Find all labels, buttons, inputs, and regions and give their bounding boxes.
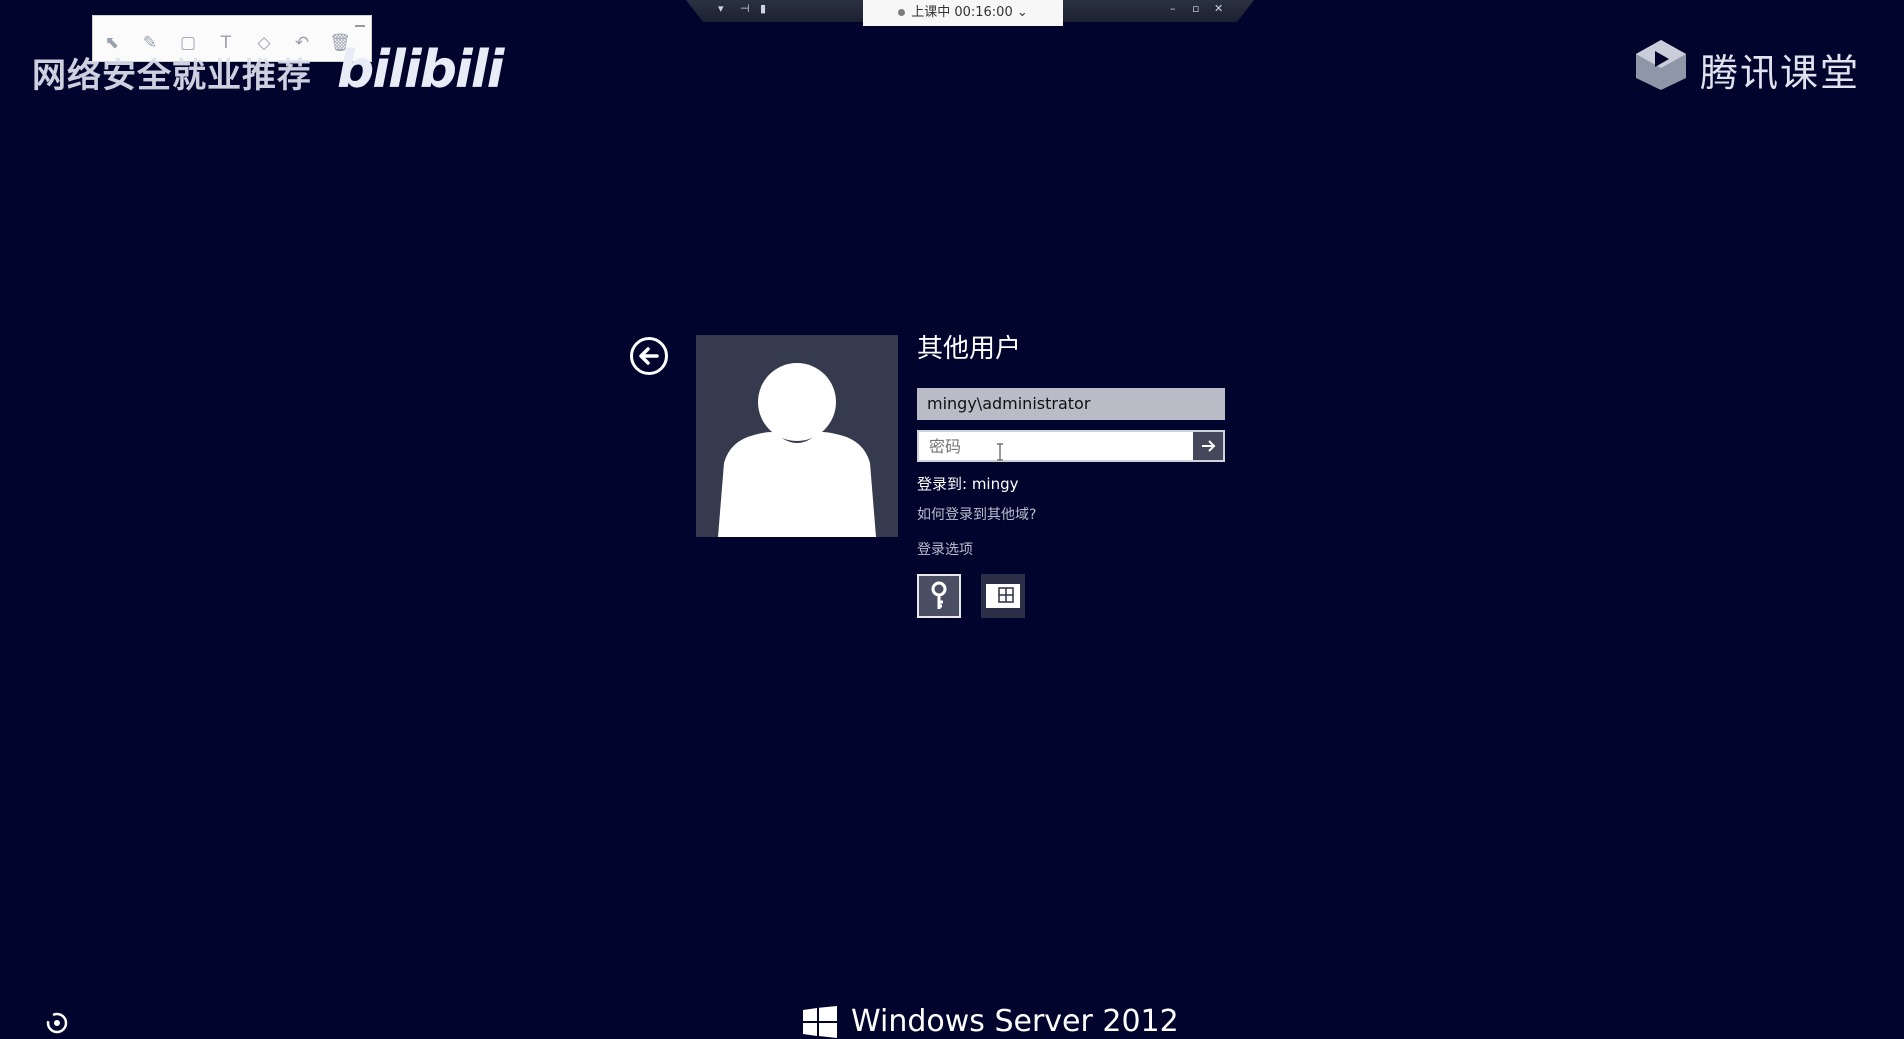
sign-in-options-link[interactable]: 登录选项 — [917, 539, 973, 559]
password-input[interactable] — [919, 432, 1193, 460]
signal-icon: ▮ — [760, 2, 767, 15]
meeting-status[interactable]: 上课中 00:16:00 ⌄ — [863, 0, 1063, 26]
close-icon[interactable]: ✕ — [1214, 2, 1223, 15]
dropdown-icon[interactable]: ▾ — [718, 2, 724, 15]
restore-icon[interactable]: ▫ — [1192, 2, 1199, 15]
record-indicator-icon — [898, 9, 906, 16]
user-avatar — [696, 335, 898, 537]
watermark-text: 网络安全就业推荐 — [32, 56, 312, 96]
os-name-text: Windows Server 2012 — [851, 1004, 1179, 1039]
bilibili-logo: bilibili — [337, 40, 504, 100]
arrow-right-icon — [1202, 440, 1216, 452]
minimize-icon[interactable]: – — [1170, 2, 1176, 15]
key-icon — [931, 581, 947, 609]
back-button[interactable] — [630, 337, 668, 375]
sign-in-domain-text: 登录到: mingy — [917, 475, 1019, 493]
smart-card-icon — [986, 584, 1020, 608]
meeting-status-text: 上课中 00:16:00 — [911, 5, 1013, 20]
how-to-sign-in-link[interactable]: 如何登录到其他域? — [917, 504, 1036, 524]
user-silhouette-icon — [718, 363, 876, 537]
username-field[interactable]: mingy\administrator — [917, 388, 1225, 420]
chevron-down-icon: ⌄ — [1016, 5, 1028, 20]
smartcard-option-button[interactable] — [981, 574, 1025, 618]
tencent-classroom-name: 腾讯课堂 — [1700, 51, 1861, 95]
ease-of-access-icon[interactable] — [44, 1010, 70, 1036]
password-field-container — [917, 430, 1225, 462]
password-option-button[interactable] — [917, 574, 961, 618]
pin-icon[interactable]: ⊣ — [740, 2, 750, 15]
tencent-classroom-logo-icon — [1636, 40, 1686, 90]
user-title: 其他用户 — [917, 334, 1022, 364]
toolbar-minimize-icon[interactable] — [355, 25, 365, 27]
windows-logo-icon — [803, 1006, 837, 1038]
text-cursor-icon — [997, 443, 1003, 461]
submit-button[interactable] — [1193, 432, 1223, 460]
back-arrow-icon — [639, 347, 659, 365]
